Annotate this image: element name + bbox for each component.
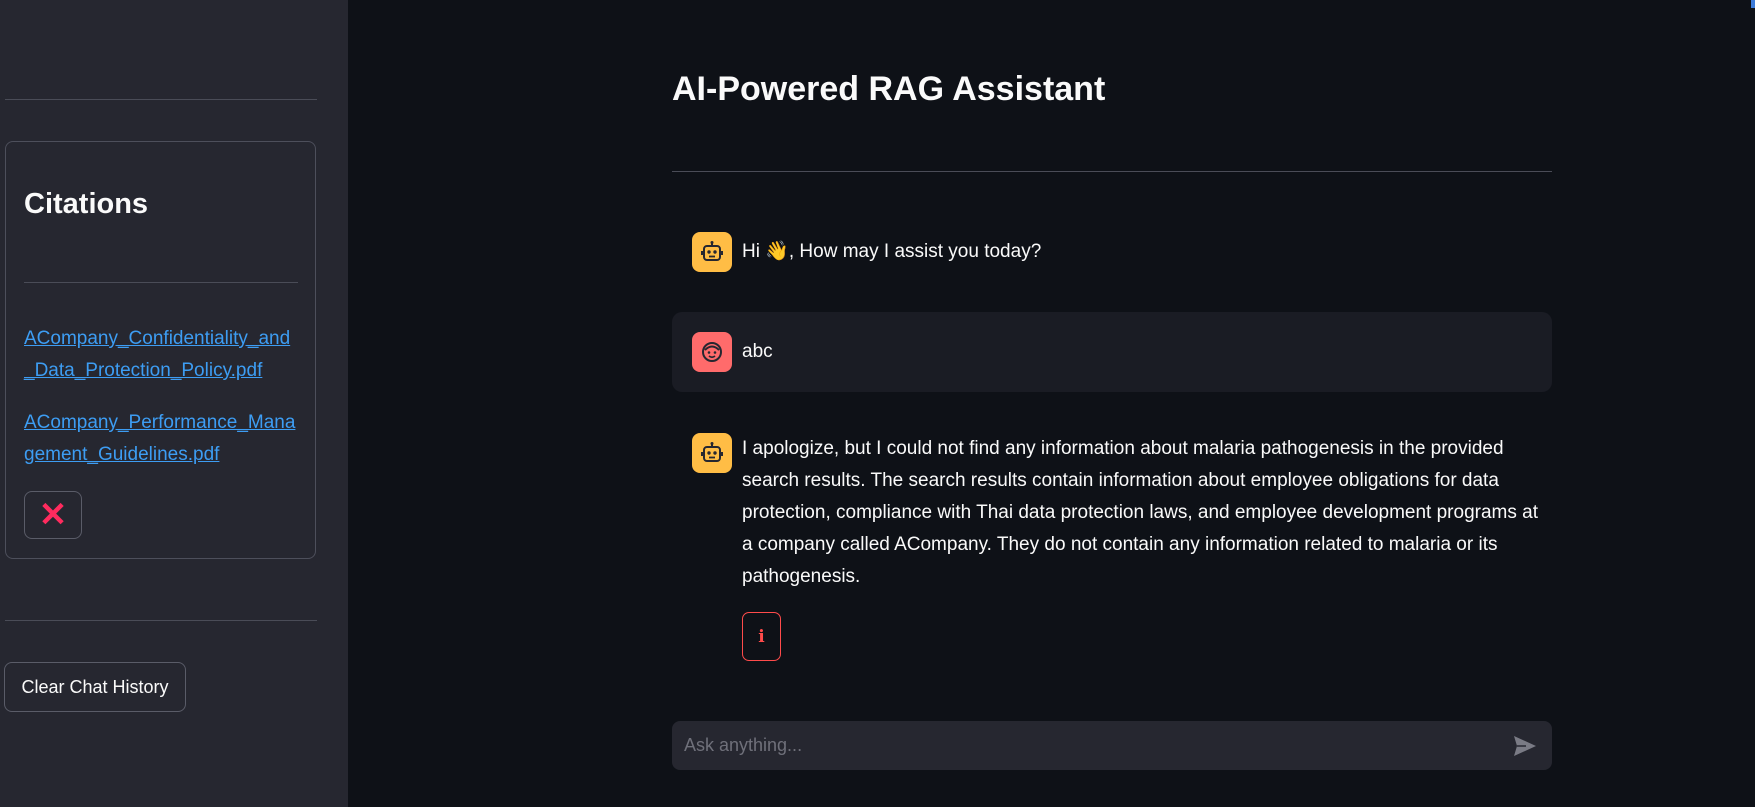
sidebar-divider-bottom (5, 620, 317, 621)
face-icon (692, 332, 732, 372)
send-icon (1514, 736, 1536, 756)
page-title: AI-Powered RAG Assistant (672, 70, 1106, 108)
corner-indicator (1751, 0, 1755, 8)
message-text: I apologize, but I could not find any in… (742, 438, 1538, 587)
citation-link[interactable]: ACompany_Confidentiality_and_Data_Protec… (24, 323, 300, 387)
citations-panel: Citations ACompany_Confidentiality_and_D… (5, 141, 316, 559)
robot-icon (692, 232, 732, 272)
sidebar-divider-top (5, 99, 317, 100)
close-icon: ✕ (38, 496, 68, 534)
citation-link[interactable]: ACompany_Performance_Management_Guidelin… (24, 407, 300, 471)
info-icon: i (758, 626, 765, 647)
send-button[interactable] (1512, 733, 1538, 759)
close-citations-button[interactable]: ✕ (24, 491, 82, 539)
chat-input[interactable] (672, 721, 1492, 770)
info-button[interactable]: i (742, 612, 781, 661)
chat-message-user: abc (672, 312, 1552, 392)
citations-divider (24, 282, 298, 283)
chat-message-assistant: Hi 👋, How may I assist you today? (672, 219, 1552, 285)
chat-message-assistant: I apologize, but I could not find any in… (672, 415, 1552, 675)
message-text: abc (742, 341, 773, 362)
message-text: Hi 👋, How may I assist you today? (742, 241, 1042, 262)
title-divider (672, 171, 1552, 172)
citations-title: Citations (24, 188, 149, 220)
chat-input-container (672, 721, 1552, 770)
robot-icon (692, 433, 732, 473)
sidebar: Citations ACompany_Confidentiality_and_D… (0, 0, 348, 807)
clear-chat-history-button[interactable]: Clear Chat History (4, 662, 186, 712)
